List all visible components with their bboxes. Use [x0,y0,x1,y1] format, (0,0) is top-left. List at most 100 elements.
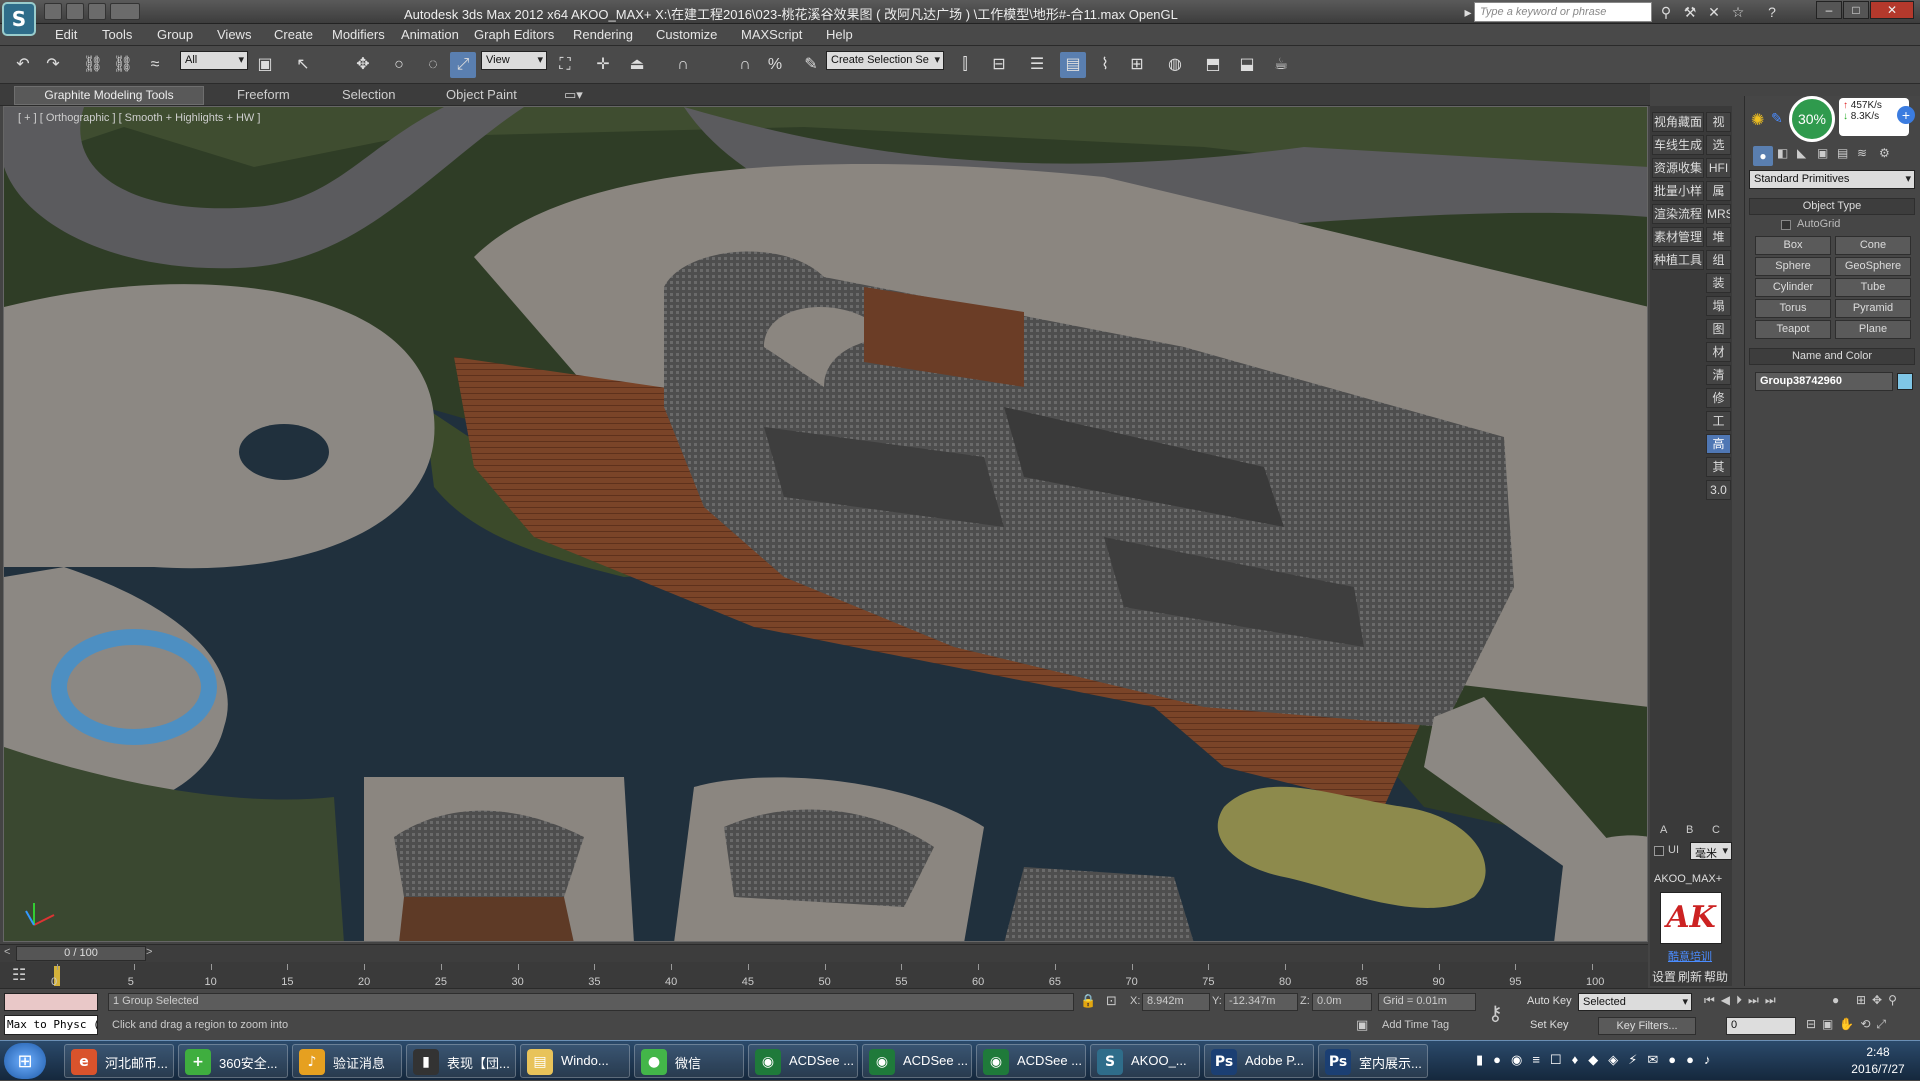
akoo-tool-button[interactable]: 修改 [1706,388,1731,408]
y-coordinate-field[interactable]: -12.347m [1224,993,1298,1011]
plugin-logo[interactable]: AK [1660,892,1722,944]
plane-button[interactable]: Plane [1835,320,1911,339]
time-tag-icon[interactable]: ▣ [1356,1017,1368,1033]
menu-maxscript[interactable]: MAXScript [741,27,802,42]
akoo-tool-button[interactable]: MRS [1706,204,1731,224]
lights-icon[interactable]: ◣ [1797,146,1806,160]
save-file-icon[interactable] [88,3,106,20]
angle-snap-icon[interactable]: ∩ [732,52,758,78]
taskbar-app[interactable]: ◉ ACDSee ... [748,1044,858,1078]
taskbar-app[interactable]: Ps 室内展示... [1318,1044,1428,1078]
taskbar-app[interactable]: ♪ 验证消息 [292,1044,402,1078]
system-tray-icons[interactable]: ▮●◉≡☐♦◆◈⚡✉●●♪ [1476,1052,1720,1068]
akoo-tool-button[interactable]: 装载 [1706,273,1731,293]
add-time-tag[interactable]: Add Time Tag [1382,1019,1449,1031]
taskbar-app[interactable]: +360安全... [178,1044,288,1078]
align-icon[interactable]: ⊟ [986,52,1012,78]
geometry-icon[interactable]: ● [1753,146,1773,166]
edit-named-selection-icon[interactable]: ✎ [798,52,824,78]
akoo-tool-button[interactable]: 批量小样 [1652,181,1704,201]
akoo-help[interactable]: 帮助 [1704,968,1728,985]
playback-controls[interactable]: ⏮◀⏵⏭⏭ [1704,993,1782,1008]
plugin-link[interactable]: 酷意培训 [1668,948,1712,964]
select-manipulate-icon[interactable]: ✛ [590,52,616,78]
taskbar-app[interactable]: ▤ Windo... [520,1044,630,1078]
pyramid-button[interactable]: Pyramid [1835,299,1911,318]
help-icon[interactable]: ? [1762,2,1782,22]
communication-icon[interactable]: ✕ [1704,2,1724,22]
akoo-tool-button[interactable]: 渲染流程 [1652,204,1704,224]
object-type-rollout[interactable]: Object Type [1749,198,1915,215]
tube-button[interactable]: Tube [1835,278,1911,297]
menu-group[interactable]: Group [157,27,193,42]
akoo-tool-button[interactable]: 资源收集 [1652,158,1704,178]
reference-coord-dropdown[interactable]: View [481,51,547,70]
set-key-icon[interactable]: ⚷ [1488,1001,1503,1026]
akoo-tool-button[interactable]: 视图 [1706,112,1731,132]
menu-views[interactable]: Views [217,27,251,42]
viewport-nav-icons-2[interactable]: ⊟▣✋⟲⤢ [1806,1017,1892,1032]
snaps-toggle-icon[interactable]: ∩ [670,52,696,78]
key-filters-button[interactable]: Key Filters... [1598,1017,1696,1035]
project-folder-icon[interactable] [110,3,140,20]
akoo-refresh[interactable]: 刷新 [1678,968,1702,985]
select-by-name-icon[interactable]: ↖ [290,52,316,78]
schematic-view-icon[interactable]: ⊞ [1124,52,1150,78]
taskbar-app[interactable]: Ps Adobe P... [1204,1044,1314,1078]
x-coordinate-field[interactable]: 8.942m [1142,993,1210,1011]
unit-dropdown[interactable]: 毫米 [1690,842,1732,860]
render-setup-icon[interactable]: ⬒ [1200,52,1226,78]
tab-graphite-modeling-tools[interactable]: Graphite Modeling Tools [14,86,204,105]
akoo-tool-button[interactable]: 视角藏面 [1652,112,1704,132]
menu-rendering[interactable]: Rendering [573,27,633,42]
akoo-tool-button[interactable]: 塌陷 [1706,296,1731,316]
binoculars-icon[interactable]: ⚲ [1656,2,1676,22]
rotate-icon[interactable]: ○ [386,52,412,78]
auto-key-button[interactable]: Auto Key [1527,995,1572,1007]
time-config-icon[interactable]: ● [1832,993,1839,1007]
taskbar-app[interactable]: e 河北邮币... [64,1044,174,1078]
app-logo-icon[interactable]: S [2,2,36,36]
close-button[interactable]: ✕ [1870,1,1914,19]
sun-icon[interactable]: ✺ [1751,110,1764,130]
akoo-tool-button[interactable]: 车线生成 [1652,135,1704,155]
material-editor-icon[interactable]: ◍ [1162,52,1188,78]
akoo-tool-button[interactable]: 属性 [1706,181,1731,201]
akoo-tool-button[interactable]: 种植工具 [1652,250,1704,270]
tab-c[interactable]: C [1712,824,1720,836]
menu-customize[interactable]: Customize [656,27,717,42]
key-mode-dropdown[interactable]: Selected [1578,993,1692,1011]
render-teapot-icon[interactable]: ☕ [1268,52,1294,78]
cone-button[interactable]: Cone [1835,236,1911,255]
menu-tools[interactable]: Tools [102,27,132,42]
mirror-icon[interactable]: ⫿ [952,52,978,78]
shapes-icon[interactable]: ◧ [1777,146,1788,160]
geosphere-button[interactable]: GeoSphere [1835,257,1911,276]
taskbar-app[interactable]: ◉ ACDSee ... [976,1044,1086,1078]
taskbar-app[interactable]: ● 微信 [634,1044,744,1078]
open-file-icon[interactable] [66,3,84,20]
redo-icon[interactable]: ↷ [40,52,66,78]
scale-icon[interactable]: ⤢ [450,52,476,78]
cameras-icon[interactable]: ▣ [1817,146,1828,160]
net-meter-plus-icon[interactable]: + [1897,106,1915,124]
tab-selection[interactable]: Selection [342,87,395,102]
tab-a[interactable]: A [1660,824,1667,836]
akoo-tool-button[interactable]: 工具 [1706,411,1731,431]
akoo-tool-button[interactable]: 材质 [1706,342,1731,362]
move-icon[interactable]: ✥ [350,52,376,78]
object-name-field[interactable]: Group38742960 [1755,372,1893,391]
current-frame-field[interactable]: 0 [1726,1017,1796,1035]
maxscript-listener[interactable]: Max to Physc ( [4,1015,98,1035]
autogrid-checkbox[interactable] [1781,220,1791,230]
new-file-icon[interactable] [44,3,62,20]
link-icon[interactable]: ⛓ [80,52,106,78]
space-warps-icon[interactable]: ≋ [1857,146,1867,160]
subscription-icon[interactable]: ⚒ [1680,2,1700,22]
prev-frame-icon[interactable]: < [4,946,10,958]
teapot-button[interactable]: Teapot [1755,320,1831,339]
object-color-swatch[interactable] [1897,373,1913,390]
akoo-tool-button[interactable]: 其它 [1706,457,1731,477]
maximize-button[interactable]: □ [1843,1,1869,19]
lock-selection-icon[interactable]: 🔒 [1080,993,1096,1009]
